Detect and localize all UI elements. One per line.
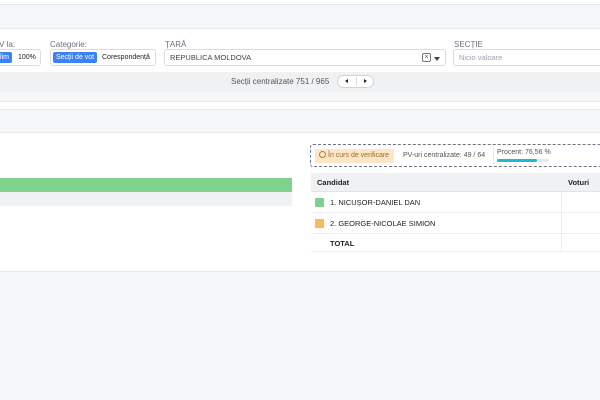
section-divider-band (0, 101, 600, 110)
column-divider (561, 192, 562, 212)
candidate-color-swatch (315, 198, 324, 207)
results-panel: În curs de verificare PV-uri centralizat… (0, 132, 600, 272)
candidate-name: 1. NICUȘOR-DANIEL DAN (330, 198, 421, 207)
next-page-button[interactable] (357, 76, 375, 87)
pv-filter-label: V la: (0, 40, 16, 49)
section-filter-label: SECȚIE (454, 40, 483, 49)
arrow-left-icon (345, 79, 348, 83)
column-divider (561, 234, 562, 251)
candidate-2-bar-track (0, 192, 292, 206)
pagination-row: Secții centralizate 751 / 965 (0, 72, 600, 92)
category-option-corespondenta[interactable]: Corespondență (99, 52, 153, 63)
column-divider (561, 213, 562, 233)
arrow-right-icon (364, 79, 367, 83)
candidate-name: 2. GEORGE-NICOLAE SIMION (330, 219, 436, 228)
category-option-sectii[interactable]: Secții de vot (53, 52, 98, 63)
chevron-down-icon[interactable] (434, 57, 440, 61)
verification-status-box: În curs de verificare PV-uri centralizat… (310, 144, 600, 167)
top-bar (0, 0, 600, 5)
clear-icon[interactable]: × (422, 53, 431, 62)
clock-icon (319, 151, 326, 158)
pv-toggle-group: lim 100% (0, 49, 41, 66)
status-badge-label: În curs de verificare (328, 152, 390, 159)
pv-option-100[interactable]: 100% (15, 52, 39, 63)
percent-label: Procent: 76,56 % (497, 149, 551, 156)
section-select[interactable]: Nicio valoare (453, 49, 600, 66)
column-header-votes: Voturi (568, 178, 590, 187)
pager-control (337, 75, 374, 88)
table-total-row: TOTAL (311, 234, 600, 252)
sections-counter: Secții centralizate 751 / 965 (231, 77, 330, 86)
pv-centralized-count: PV-uri centralizate: 49 / 64 (403, 152, 486, 159)
country-select-value: REPUBLICA MOLDOVA (170, 53, 252, 62)
candidate-1-bar (0, 178, 292, 192)
country-filter-label: ȚARĂ (165, 40, 187, 49)
percent-progress-track (497, 159, 549, 162)
status-badge: În curs de verificare (315, 149, 395, 163)
candidate-color-swatch (315, 219, 324, 228)
country-select[interactable]: REPUBLICA MOLDOVA × (164, 49, 446, 66)
filter-panel: V la: lim 100% Categorie: Secții de vot … (0, 28, 600, 72)
column-header-candidate: Candidat (317, 178, 350, 187)
table-row: 1. NICUȘOR-DANIEL DAN (311, 192, 600, 213)
percent-progress-fill (497, 159, 537, 162)
results-bar-chart (0, 178, 292, 206)
section-select-placeholder: Nicio valoare (459, 53, 503, 62)
category-toggle-group: Secții de vot Corespondență (50, 49, 156, 66)
total-label: TOTAL (330, 239, 355, 248)
category-filter-label: Categorie: (50, 40, 87, 49)
table-row: 2. GEORGE-NICOLAE SIMION (311, 213, 600, 234)
candidates-table: Candidat Voturi 1. NICUȘOR-DANIEL DAN 2.… (311, 173, 600, 252)
pv-option-active[interactable]: lim (0, 52, 12, 63)
percent-indicator: Procent: 76,56 % (493, 148, 600, 164)
prev-page-button[interactable] (338, 76, 356, 87)
table-header: Candidat Voturi (311, 173, 600, 192)
